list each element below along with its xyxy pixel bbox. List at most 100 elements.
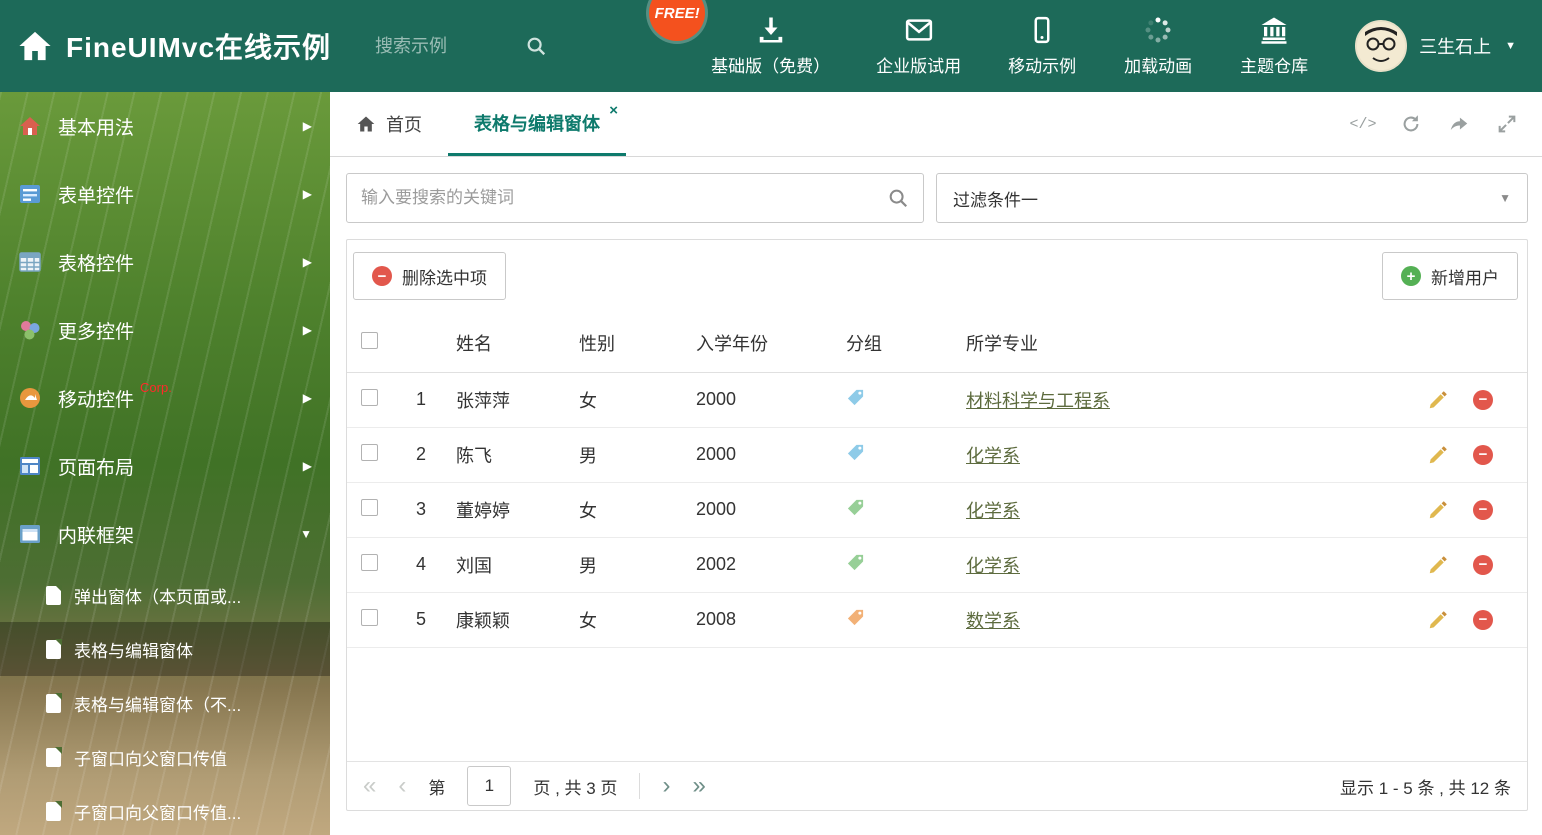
first-page-button[interactable]: « [363, 774, 376, 798]
prev-page-button[interactable]: ‹ [398, 774, 406, 798]
tag-icon [847, 499, 864, 515]
chevron-down-icon: ▼ [300, 527, 312, 541]
tab-home[interactable]: 首页 [330, 92, 448, 156]
major-link[interactable]: 化学系 [966, 556, 1020, 576]
sidebar-item-more-controls[interactable]: 更多控件 ▶ [0, 296, 330, 364]
grid-panel: − 删除选中项 + 新增用户 姓名 性别 入学年份 分组 所学专业 1 张萍萍 … [346, 239, 1528, 811]
app-title: FineUIMvc在线示例 [66, 32, 332, 63]
col-header-group: 分组 [837, 315, 957, 373]
nav-mobile-demo[interactable]: 移动示例 [1007, 15, 1077, 77]
table-row: 3 董婷婷 女 2000 化学系 − [347, 482, 1527, 538]
sidebar-item-basic-usage[interactable]: 基本用法 ▶ [0, 92, 330, 160]
delete-icon[interactable]: − [1473, 444, 1493, 465]
row-checkbox[interactable] [361, 443, 378, 461]
nav-theme-repo[interactable]: 主题仓库 [1239, 15, 1309, 77]
delete-icon[interactable]: − [1473, 554, 1493, 575]
edit-icon[interactable] [1428, 389, 1449, 410]
record-summary: 显示 1 - 5 条 , 共 12 条 [1340, 778, 1511, 798]
row-checkbox[interactable] [361, 553, 378, 571]
sidebar-item-page-layout[interactable]: 页面布局 ▶ [0, 432, 330, 500]
page-number-input[interactable] [467, 766, 512, 806]
tab-bar: 首页 表格与编辑窗体 × </> [330, 92, 1542, 157]
major-link[interactable]: 化学系 [966, 501, 1020, 521]
cell-name: 陈飞 [447, 427, 570, 483]
table-header-row: 姓名 性别 入学年份 分组 所学专业 [347, 315, 1527, 373]
cell-year: 2000 [687, 427, 837, 483]
source-code-icon[interactable]: </> [1350, 113, 1377, 135]
row-checkbox[interactable] [361, 498, 378, 516]
chevron-down-icon: ▼ [1499, 191, 1511, 205]
delete-icon[interactable]: − [1473, 389, 1493, 410]
major-link[interactable]: 化学系 [966, 446, 1020, 466]
last-page-button[interactable]: » [692, 774, 705, 798]
sidebar-item-grid-controls[interactable]: 表格控件 ▶ [0, 228, 330, 296]
search-icon[interactable] [525, 35, 547, 57]
chevron-down-icon: ▼ [1505, 40, 1516, 52]
next-page-button[interactable]: › [662, 774, 670, 798]
row-index: 1 [407, 372, 447, 428]
users-table: 姓名 性别 入学年份 分组 所学专业 1 张萍萍 女 2000 材料科学与工程系… [347, 315, 1527, 648]
row-checkbox[interactable] [361, 388, 378, 406]
refresh-icon[interactable] [1400, 113, 1422, 135]
nav-label: 基础版（免费） [711, 57, 831, 76]
chevron-right-icon: ▶ [302, 187, 312, 201]
sidebar-item-label: 基本用法 [58, 117, 135, 139]
home-icon[interactable] [18, 29, 52, 63]
main-area: 首页 表格与编辑窗体 × </> 输入要搜索的关键词 过滤条件一 ▼ − 删除选… [330, 92, 1542, 835]
sidebar-item-label: 更多控件 [58, 321, 135, 343]
cell-name: 董婷婷 [447, 482, 570, 538]
sidebar-subitem-grid-edit-window[interactable]: 表格与编辑窗体 [0, 622, 330, 676]
nav-basic-free[interactable]: FREE! 基础版（免费） [649, 0, 831, 77]
edit-icon[interactable] [1428, 499, 1449, 520]
delete-icon[interactable]: − [1473, 499, 1493, 520]
sidebar-item-inline-frame[interactable]: 内联框架 ▼ [0, 500, 330, 568]
close-icon[interactable]: × [609, 102, 618, 119]
sidebar-subitem-grid-edit-window-2[interactable]: 表格与编辑窗体（不... [0, 676, 330, 730]
select-all-checkbox[interactable] [361, 332, 378, 350]
major-link[interactable]: 材料科学与工程系 [966, 391, 1110, 411]
cell-year: 2008 [687, 592, 837, 648]
sidebar-subitem-popup-window[interactable]: 弹出窗体（本页面或... [0, 568, 330, 622]
sidebar-item-form-controls[interactable]: 表单控件 ▶ [0, 160, 330, 228]
edit-icon[interactable] [1428, 609, 1449, 630]
row-checkbox[interactable] [361, 608, 378, 626]
sidebar-item-label: 表格控件 [58, 253, 135, 275]
nav-loading-animation[interactable]: 加载动画 [1123, 15, 1193, 77]
delete-selected-button[interactable]: − 删除选中项 [353, 252, 506, 300]
sidebar-item-label: 表单控件 [58, 185, 135, 207]
user-menu[interactable]: 三生石上 ▼ [1355, 20, 1516, 72]
add-user-button[interactable]: + 新增用户 [1382, 252, 1518, 300]
col-header-gender: 性别 [570, 315, 687, 373]
sidebar-subitem-label: 表格与编辑窗体 [74, 641, 193, 661]
filter-dropdown[interactable]: 过滤条件一 ▼ [936, 173, 1528, 223]
keyword-search-input[interactable] [361, 188, 887, 208]
sidebar-subitem-child-to-parent-2[interactable]: 子窗口向父窗口传值... [0, 784, 330, 835]
major-link[interactable]: 数学系 [966, 611, 1020, 631]
form-icon [20, 185, 40, 203]
row-index: 5 [407, 592, 447, 648]
sidebar-item-mobile-controls[interactable]: 移动控件 Corp. ▶ [0, 364, 330, 432]
nav-enterprise-trial[interactable]: 企业版试用 [876, 15, 961, 77]
envelope-icon [905, 19, 932, 41]
nav-label: 企业版试用 [876, 57, 962, 76]
sidebar-subitem-child-to-parent[interactable]: 子窗口向父窗口传值 [0, 730, 330, 784]
col-header-index [407, 315, 447, 373]
tab-grid-edit-window[interactable]: 表格与编辑窗体 × [448, 92, 626, 156]
chevron-right-icon: ▶ [302, 119, 312, 133]
cell-year: 2000 [687, 372, 837, 428]
fullscreen-icon[interactable] [1496, 113, 1518, 135]
document-icon [46, 746, 62, 767]
chevron-right-icon: ▶ [302, 459, 312, 473]
edit-icon[interactable] [1428, 444, 1449, 465]
tag-icon [847, 444, 864, 460]
filter-selected-value: 过滤条件一 [953, 190, 1038, 210]
mobile-icon [1034, 16, 1050, 44]
share-icon[interactable] [1448, 113, 1470, 135]
pagination-bar: « ‹ 第 页 , 共 3 页 › » 显示 1 - 5 条 , 共 12 条 [347, 761, 1527, 810]
delete-selected-label: 删除选中项 [402, 268, 487, 288]
delete-icon[interactable]: − [1473, 609, 1493, 630]
header-search-input[interactable] [375, 35, 526, 57]
search-icon[interactable] [887, 187, 909, 209]
avatar [1355, 20, 1408, 72]
edit-icon[interactable] [1428, 554, 1449, 575]
